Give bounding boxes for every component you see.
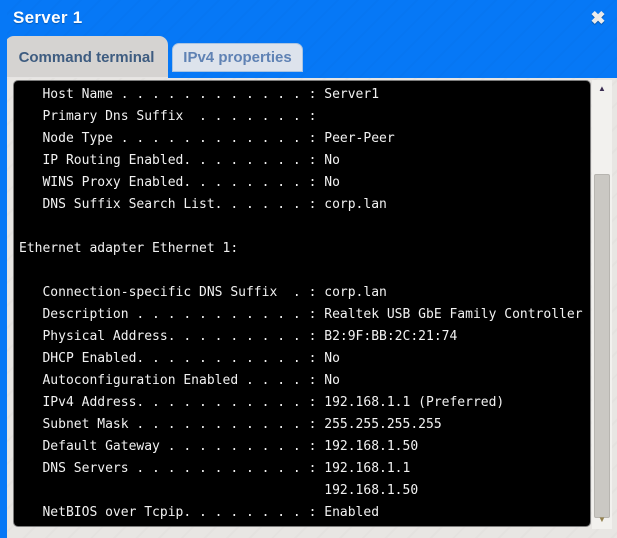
close-button[interactable]: ✖ bbox=[586, 6, 610, 30]
scrollbar-thumb[interactable] bbox=[594, 174, 610, 518]
tab-command-terminal-label: Command terminal bbox=[19, 49, 155, 66]
terminal-line: DHCP Enabled. . . . . . . . . . . : No bbox=[19, 348, 590, 370]
scroll-up-icon: ▲ bbox=[598, 84, 606, 93]
terminal-line: Primary Dns Suffix . . . . . . . : bbox=[19, 106, 590, 128]
terminal-line: Default Gateway . . . . . . . . . : 192.… bbox=[19, 436, 590, 458]
dialog-title-bar: Server 1 ✖ Command terminal IPv4 propert… bbox=[0, 0, 617, 78]
terminal-line: Description . . . . . . . . . . . : Real… bbox=[19, 304, 590, 326]
terminal-line bbox=[19, 260, 590, 282]
terminal-output: Host Name . . . . . . . . . . . . : Serv… bbox=[13, 80, 591, 527]
dialog-title: Server 1 bbox=[13, 8, 83, 28]
scroll-down-icon: ▼ bbox=[598, 515, 606, 524]
terminal-line: IP Routing Enabled. . . . . . . . : No bbox=[19, 150, 590, 172]
terminal-line: 192.168.1.50 bbox=[19, 480, 590, 502]
terminal-line: Ethernet adapter Ethernet 1: bbox=[19, 238, 590, 260]
terminal-line: Host Name . . . . . . . . . . . . : Serv… bbox=[19, 84, 590, 106]
close-icon: ✖ bbox=[590, 8, 605, 29]
scroll-down-button[interactable]: ▼ bbox=[592, 512, 612, 527]
terminal-line: Connection-specific DNS Suffix . : corp.… bbox=[19, 282, 590, 304]
terminal-line: NetBIOS over Tcpip. . . . . . . . : Enab… bbox=[19, 502, 590, 524]
terminal-line bbox=[19, 216, 590, 238]
scroll-up-button[interactable]: ▲ bbox=[592, 81, 612, 96]
terminal-line: WINS Proxy Enabled. . . . . . . . : No bbox=[19, 172, 590, 194]
terminal-line: IPv4 Address. . . . . . . . . . . : 192.… bbox=[19, 392, 590, 414]
dialog-left-border bbox=[0, 0, 7, 538]
terminal-scrollbar[interactable]: ▲ ▼ bbox=[592, 80, 612, 529]
tab-ipv4-properties-label: IPv4 properties bbox=[183, 49, 291, 66]
terminal-line: Autoconfiguration Enabled . . . . : No bbox=[19, 370, 590, 392]
terminal-line: Subnet Mask . . . . . . . . . . . : 255.… bbox=[19, 414, 590, 436]
tab-command-terminal[interactable]: Command terminal bbox=[5, 36, 168, 78]
tab-content-panel: Host Name . . . . . . . . . . . . : Serv… bbox=[7, 78, 617, 538]
terminal-line: Node Type . . . . . . . . . . . . : Peer… bbox=[19, 128, 590, 150]
terminal-line: DNS Servers . . . . . . . . . . . : 192.… bbox=[19, 458, 590, 480]
terminal-line: Physical Address. . . . . . . . . : B2:9… bbox=[19, 326, 590, 348]
terminal-line: DNS Suffix Search List. . . . . . : corp… bbox=[19, 194, 590, 216]
server-dialog: Server 1 ✖ Command terminal IPv4 propert… bbox=[0, 0, 617, 538]
tab-ipv4-properties[interactable]: IPv4 properties bbox=[172, 43, 303, 72]
